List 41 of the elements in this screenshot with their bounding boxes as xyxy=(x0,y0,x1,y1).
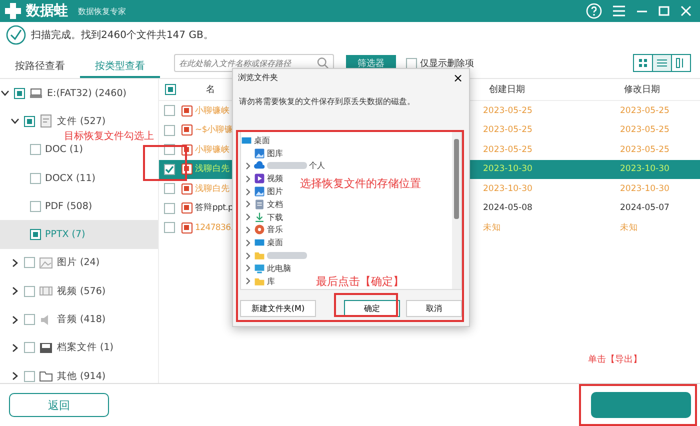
folder-label: 图库 xyxy=(267,148,283,159)
folder-label: 桌面 xyxy=(254,134,270,146)
folder-label: 库 xyxy=(267,276,275,287)
table-cell-text: 未知 xyxy=(482,222,502,235)
dialog-message: 请勿将需要恢复的文件保存到原丢失数据的磁盘。 xyxy=(238,96,416,108)
table-cell-text: 2023-10-30 xyxy=(619,182,670,196)
checkbox-label: 仅显示删除项 xyxy=(420,58,474,70)
app-subtitle: 数据恢复专家 xyxy=(78,6,126,16)
table-cell: 2023-10-30 xyxy=(471,160,607,179)
table-cell-text: 未知 xyxy=(619,222,639,235)
folder-label: 图片 xyxy=(267,186,283,198)
status-message: 扫描完成。找到2460个文件共147 GB。 xyxy=(31,28,214,42)
file-name: 浅聊白先 xyxy=(195,163,230,176)
annotation-text: 最后点击【确定】 xyxy=(316,274,404,289)
dialog-title: 浏览文件夹 xyxy=(238,72,278,83)
table-cell-text: 2024-05-08 xyxy=(482,202,534,216)
folder-label: 音乐 xyxy=(267,224,283,236)
folder-label: 下载 xyxy=(267,212,283,223)
annotation-text: 单击【导出】 xyxy=(588,354,642,366)
file-name: 1247836. xyxy=(195,222,234,233)
table-cell-text: 2023-10-30 xyxy=(482,182,534,196)
folder-label: 文档 xyxy=(267,198,283,210)
app-name: 数据蛙 xyxy=(26,2,68,20)
table-cell-text: 2023-05-25 xyxy=(619,104,670,118)
table-cell-text: 2023-05-25 xyxy=(482,104,534,118)
annotation-text: 目标恢复文件勾选上 xyxy=(64,130,154,143)
table-cell-text: 2023-05-25 xyxy=(619,144,670,157)
annotation-text: 选择恢复文件的存储位置 xyxy=(300,176,421,191)
file-name: 小聊镰峡 xyxy=(195,104,230,117)
file-name: 浅聊白先 xyxy=(195,182,230,195)
table-cell-text: 2023-05-25 xyxy=(482,144,534,157)
table-cell-text: 2023-05-25 xyxy=(482,124,534,138)
folder-label: 视频 xyxy=(267,173,283,184)
file-name: ~$小聊镰 xyxy=(195,124,234,136)
table-cell: 2023-10-30 xyxy=(607,160,700,179)
folder-label: 个人 xyxy=(309,160,325,172)
table-cell-text: 2023-05-25 xyxy=(619,124,670,138)
table-cell-text: 2024-05-07 xyxy=(619,202,670,216)
folder-label: 此电脑 xyxy=(267,262,291,274)
file-name: 小聊镰峡 xyxy=(195,144,230,156)
folder-label: 桌面 xyxy=(267,237,283,248)
